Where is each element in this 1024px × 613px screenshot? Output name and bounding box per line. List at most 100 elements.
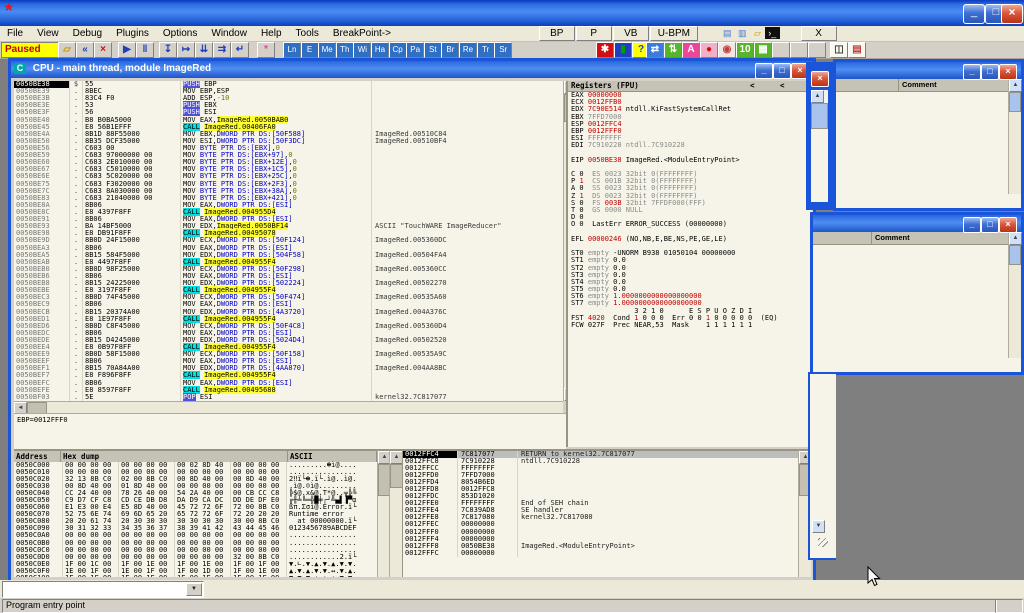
notepad-icon[interactable]: ▤ [720,27,735,39]
menu-button-vb[interactable]: VB [613,26,649,41]
menu-item-debug[interactable]: Debug [66,27,109,40]
toolbar-blank-button[interactable] [772,42,790,58]
comment-1-close-button[interactable]: × [999,64,1017,80]
close-program-icon[interactable]: × [94,42,112,58]
scroll-thumb[interactable] [1009,245,1021,265]
register-line[interactable]: O 0 LastErr ERROR_SUCCESS (00000000) [568,221,812,228]
disasm-row[interactable]: 0050BE3B.83C4 F0ADD ESP,-10 [14,95,563,102]
toolbar-letter-button-ha[interactable]: Ha [371,42,389,58]
toolbar-blank-button[interactable] [790,42,808,58]
breakpoint-ball-icon[interactable]: ● [700,42,718,58]
pause-icon[interactable]: ‖ [136,42,154,58]
disasm-row[interactable]: 0050BE3E.53PUSH EBX [14,102,563,109]
step-over-icon[interactable]: ↦ [177,42,195,58]
appearance-icon[interactable]: ▮ [614,42,632,58]
toolbar-letter-button-sr[interactable]: Sr [494,42,512,58]
comment-window-2-header[interactable]: Comment ▲ [813,232,1021,245]
ascii-a-icon[interactable]: A [682,42,700,58]
register-line[interactable]: T 0 GS 0000 NULL [568,207,812,214]
menu-button-p[interactable]: P [576,26,612,41]
layout-columns-icon[interactable]: ◫ [830,42,848,58]
cpu-maximize-button[interactable]: □ [773,63,791,79]
toolbar-letter-button-pa[interactable]: Pa [406,42,424,58]
toolbar-letter-button-tr[interactable]: Tr [477,42,495,58]
menu-item-help[interactable]: Help [254,27,289,40]
menu-item-breakpoint[interactable]: BreakPoint-> [326,27,398,40]
toolbar-blank-button[interactable] [808,42,826,58]
command-combobox[interactable]: ▼ [2,581,204,598]
registers-header-arrow[interactable]: < [750,81,755,91]
register-line[interactable]: EDI 7C910228 ntdll.7C910228 [568,142,812,149]
scroll-up-icon[interactable]: ▲ [1009,79,1022,92]
hidden-window-close-button[interactable]: × [811,71,829,87]
stack-left-scrollbar[interactable]: ▲ [389,449,403,577]
menu-close-x-button[interactable]: X [801,26,837,41]
animate-over-icon[interactable]: ⇉ [213,42,231,58]
registers-header-arrow[interactable]: < [780,81,785,91]
folder-icon[interactable]: ▱ [750,27,765,39]
comment-2-maximize-button[interactable]: □ [981,217,999,233]
cpu-minimize-button[interactable]: _ [755,63,773,79]
comment-2-close-button[interactable]: × [999,217,1017,233]
toolbar-letter-button-br[interactable]: Br [441,42,459,58]
dump-row[interactable]: 0050C1001F 00 1F 001F 00 1E 001E 00 1E 0… [14,575,377,577]
options-gear-icon[interactable]: ✱ [596,42,614,58]
scroll-down-icon[interactable]: ▼ [812,520,825,533]
toolbar-letter-button-ln[interactable]: Ln [283,42,301,58]
comment-1-maximize-button[interactable]: □ [981,64,999,80]
scroll-up-icon[interactable]: ▲ [811,90,824,103]
disassembly-pane[interactable]: 0050BE38$55PUSH EBP0050BE39.8BECMOV EBP,… [14,81,563,401]
execute-till-return-icon[interactable]: ↵ [231,42,249,58]
toolbar-letter-button-wi[interactable]: Wi [353,42,371,58]
minimize-button[interactable]: _ [963,4,985,24]
open-file-icon[interactable]: ▱ [58,42,76,58]
sort-icon[interactable]: ⇅ [664,42,682,58]
numbers-icon[interactable]: 10 [736,42,754,58]
unnamed-column-header[interactable] [836,79,899,91]
menu-button-bp[interactable]: BP [539,26,575,41]
window-grid-icon[interactable]: ▦ [754,42,772,58]
unnamed-column-header[interactable] [813,232,872,244]
combobox-dropdown-icon[interactable]: ▼ [186,583,202,596]
register-line[interactable]: FCW 027F Prec NEAR,53 Mask 1 1 1 1 1 1 [568,322,812,329]
stack-row[interactable]: 0012FFFC00000000 [403,550,799,557]
comment-column-header[interactable]: Comment [899,79,1008,91]
comment-window-2-titlebar[interactable]: _ □ × [813,215,1021,232]
stack-pane[interactable]: 0012FFC47C817077RETURN to kernel32.7C817… [402,449,799,577]
toolbar-letter-button-cp[interactable]: Cp [389,42,407,58]
swap-panes-icon[interactable]: ⇄ [646,42,664,58]
splat-icon[interactable]: * [257,42,275,58]
scroll-up-icon[interactable]: ▲ [1009,232,1022,245]
toolbar-letter-button-th[interactable]: Th [336,42,354,58]
toolbar-letter-button-e[interactable]: E [301,42,319,58]
run-icon[interactable]: ▶ [118,42,136,58]
comment-window-1-header[interactable]: Comment ▲ [836,79,1021,92]
scroll-thumb[interactable] [811,103,828,129]
comment-1-scrollbar[interactable]: ▲ [1008,79,1021,194]
comment-column-header[interactable]: Comment [872,232,1008,244]
disasm-row[interactable]: 0050BEFE.E8 8597F8FFCALL ImageRed.004956… [14,387,563,394]
dump-pane[interactable]: Address Hex dump ASCII 0050C00000 00 00 … [14,449,377,577]
restart-icon[interactable]: « [76,42,94,58]
menu-item-file[interactable]: File [0,27,30,40]
comment-2-minimize-button[interactable]: _ [963,217,981,233]
registers-pane[interactable]: Registers (FPU) < < EAX 00000000ECX 0012… [566,81,812,447]
comment-window-1-titlebar[interactable]: _ □ × [836,62,1021,79]
spiral-icon[interactable]: ◉ [718,42,736,58]
console-icon[interactable]: ›_ [765,27,780,39]
menu-item-plugins[interactable]: Plugins [109,27,156,40]
book-icon[interactable]: ▥ [735,27,750,39]
close-button[interactable]: × [1001,4,1023,24]
toolbar-letter-button-re[interactable]: Re [459,42,477,58]
menu-item-window[interactable]: Window [204,27,254,40]
comment-1-minimize-button[interactable]: _ [963,64,981,80]
step-into-icon[interactable]: ↧ [159,42,177,58]
toolbar-letter-button-st[interactable]: St [424,42,442,58]
register-line[interactable]: EIP 0050BE38 ImageRed.<ModuleEntryPoint> [568,157,812,164]
menu-item-view[interactable]: View [30,27,66,40]
animate-into-icon[interactable]: ⇊ [195,42,213,58]
register-line[interactable]: EFL 00000246 (NO,NB,E,BE,NS,PE,GE,LE) [568,236,812,243]
menu-item-options[interactable]: Options [156,27,204,40]
scroll-thumb[interactable] [1009,92,1021,112]
comment-2-scrollbar[interactable]: ▲ [1008,232,1021,358]
